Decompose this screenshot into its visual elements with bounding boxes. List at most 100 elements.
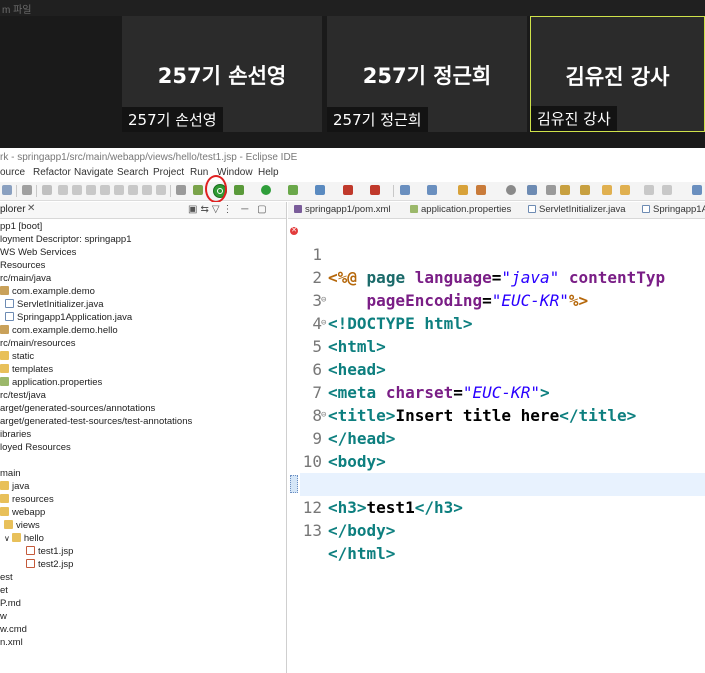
- suspend-icon[interactable]: [72, 185, 82, 195]
- tree-item[interactable]: ibraries: [0, 428, 31, 441]
- tree-item[interactable]: w: [0, 610, 7, 623]
- editor-tab[interactable]: springapp1/pom.xml: [294, 204, 391, 215]
- close-icon[interactable]: ✕: [27, 203, 35, 214]
- view-toolbar[interactable]: ▣⇆▽⋮ ─ ▢: [188, 204, 270, 215]
- external-tools-icon[interactable]: [315, 185, 325, 195]
- tree-item[interactable]: et: [0, 584, 8, 597]
- chevron-down-icon[interactable]: ∨: [4, 534, 10, 543]
- menu-run[interactable]: Run: [190, 167, 208, 178]
- participant-tile[interactable]: 257기 정근희 257기 정근희: [327, 16, 527, 132]
- menu-window[interactable]: Window: [217, 167, 253, 178]
- menu-project[interactable]: Project: [153, 167, 184, 178]
- main-toolbar: [0, 182, 705, 201]
- console-icon[interactable]: [176, 185, 186, 195]
- tree-item[interactable]: com.example.demo.hello: [0, 324, 118, 337]
- tree-item[interactable]: views: [4, 519, 40, 532]
- search-icon[interactable]: [476, 185, 486, 195]
- boot-dashboard-icon[interactable]: [193, 185, 203, 195]
- disconnect-icon[interactable]: [100, 185, 110, 195]
- editor-tab[interactable]: ServletInitializer.java: [528, 204, 626, 215]
- tree-item[interactable]: webapp: [0, 506, 45, 519]
- terminate-icon[interactable]: [86, 185, 96, 195]
- code-line[interactable]: 10 <h3>hello spring</h3>: [300, 427, 705, 494]
- tree-item[interactable]: Resources: [0, 259, 45, 272]
- back-icon[interactable]: [620, 185, 630, 195]
- last-edit-icon[interactable]: [602, 185, 612, 195]
- tree-item[interactable]: n.xml: [0, 636, 23, 649]
- project-explorer-tab[interactable]: plorer ✕ ▣⇆▽⋮ ─ ▢: [0, 202, 286, 219]
- code-line[interactable]: 8 </head>: [300, 381, 705, 448]
- error-marker-icon[interactable]: ✕: [290, 227, 298, 235]
- tree-item[interactable]: test2.jsp: [26, 558, 73, 571]
- code-line[interactable]: 5 ⊖ <head>: [300, 312, 705, 379]
- new-class-icon[interactable]: [427, 185, 437, 195]
- tree-item[interactable]: pp1 [boot]: [0, 220, 42, 233]
- tree-item[interactable]: rc/main/resources: [0, 337, 76, 350]
- tree-item[interactable]: test1.jsp: [26, 545, 73, 558]
- debug-icon[interactable]: [234, 185, 244, 195]
- menu-help[interactable]: Help: [258, 167, 279, 178]
- tree-item[interactable]: rc/test/java: [0, 389, 46, 402]
- coverage-icon[interactable]: [288, 185, 298, 195]
- tree-item[interactable]: java: [0, 480, 29, 493]
- open-perspective-icon[interactable]: [692, 185, 702, 195]
- tree-item[interactable]: WS Web Services: [0, 246, 76, 259]
- new-java-project-icon[interactable]: [400, 185, 410, 195]
- code-line[interactable]: 7 <title>Insert title here</title>: [300, 358, 705, 425]
- tree-item[interactable]: resources: [0, 493, 54, 506]
- tree-item[interactable]: arget/generated-test-sources/test-annota…: [0, 415, 192, 428]
- menu-refactor[interactable]: Refactor: [33, 167, 71, 178]
- drop-to-frame-icon[interactable]: [156, 185, 166, 195]
- code-line-current[interactable]: 12 </body>: [300, 473, 705, 540]
- code-line[interactable]: 2 pageEncoding="EUC-KR"%>: [300, 243, 705, 310]
- step-into-icon[interactable]: [114, 185, 124, 195]
- code-line[interactable]: 6 <meta charset="EUC-KR">: [300, 335, 705, 402]
- tree-item[interactable]: w.cmd: [0, 623, 27, 636]
- tree-item[interactable]: loyment Descriptor: springapp1: [0, 233, 131, 246]
- code-line[interactable]: 11 <h3>test1</h3>: [300, 450, 705, 517]
- tree-item[interactable]: loyed Resources: [0, 441, 71, 454]
- code-line[interactable]: 9 ⊖ <body>: [300, 404, 705, 471]
- back-dropdown-icon[interactable]: [644, 185, 654, 195]
- tree-item[interactable]: application.properties: [0, 376, 102, 389]
- pin-icon[interactable]: [546, 185, 556, 195]
- skip-breakpoints-icon[interactable]: [42, 185, 52, 195]
- tree-item[interactable]: Springapp1Application.java: [5, 311, 132, 324]
- editor-tab[interactable]: Springapp1A: [642, 204, 705, 215]
- globe-icon[interactable]: [506, 185, 516, 195]
- code-line[interactable]: 1 <%@ page language="java" contentTyp: [300, 220, 705, 287]
- tree-item[interactable]: est: [0, 571, 13, 584]
- code-line[interactable]: 4 ⊖ <html>: [300, 289, 705, 356]
- stop-server-icon[interactable]: [343, 185, 353, 195]
- step-return-icon[interactable]: [142, 185, 152, 195]
- code-line[interactable]: 3 <!DOCTYPE html>: [300, 266, 705, 333]
- server-icon[interactable]: [370, 185, 380, 195]
- save-icon[interactable]: [2, 185, 12, 195]
- code-line[interactable]: 13 </html>: [300, 496, 705, 563]
- tree-item[interactable]: arget/generated-sources/annotations: [0, 402, 155, 415]
- prev-annotation-icon[interactable]: [580, 185, 590, 195]
- forward-icon[interactable]: [662, 185, 672, 195]
- tree-item[interactable]: main: [0, 467, 21, 480]
- editor-tab[interactable]: application.properties: [410, 204, 511, 215]
- tree-item[interactable]: ∨ hello: [4, 532, 44, 545]
- tree-item[interactable]: templates: [0, 363, 53, 376]
- open-type-icon[interactable]: [458, 185, 468, 195]
- menu-navigate[interactable]: Navigate: [74, 167, 113, 178]
- run-icon[interactable]: [261, 185, 271, 195]
- resume-icon[interactable]: [58, 185, 68, 195]
- properties-file-icon: [0, 377, 9, 386]
- menu-source[interactable]: ource: [0, 167, 25, 178]
- step-over-icon[interactable]: [128, 185, 138, 195]
- annotation-icon[interactable]: [527, 185, 537, 195]
- tree-item[interactable]: com.example.demo: [0, 285, 95, 298]
- next-annotation-icon[interactable]: [560, 185, 570, 195]
- tree-item[interactable]: rc/main/java: [0, 272, 51, 285]
- tree-item[interactable]: P.md: [0, 597, 21, 610]
- tree-item[interactable]: ServletInitializer.java: [5, 298, 104, 311]
- tree-item[interactable]: static: [0, 350, 34, 363]
- participant-tile-active-speaker[interactable]: 김유진 강사 김유진 강사: [530, 16, 705, 132]
- participant-tile[interactable]: 257기 손선영 257기 손선영: [122, 16, 322, 132]
- menu-search[interactable]: Search: [117, 167, 149, 178]
- print-icon[interactable]: [22, 185, 32, 195]
